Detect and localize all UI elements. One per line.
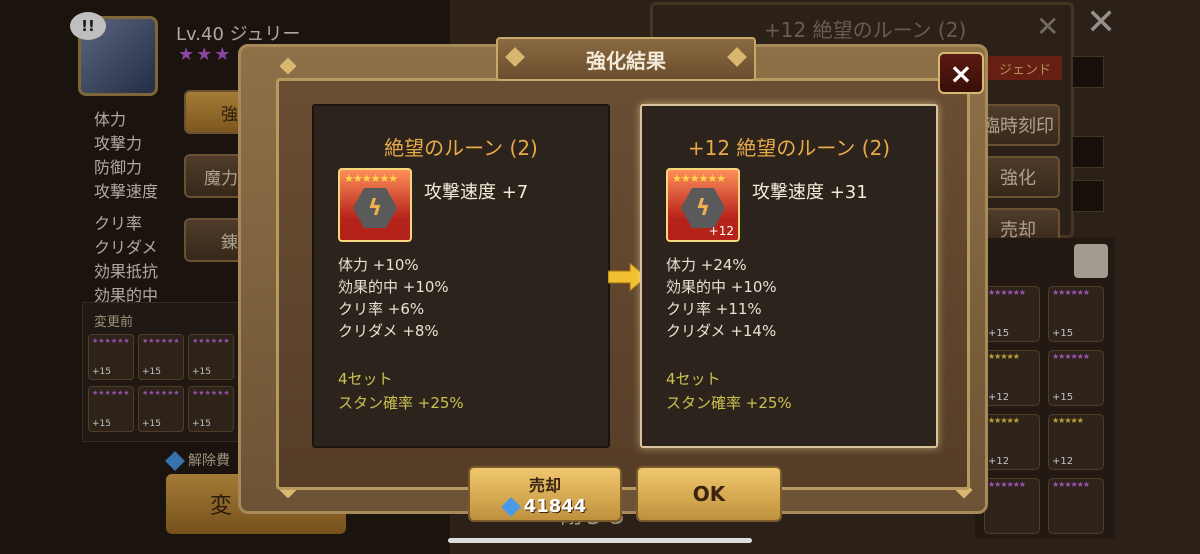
sell-button[interactable]: 売却 41844 [468,466,622,522]
sell-price: 41844 [523,496,587,517]
close-icon[interactable]: × [938,52,984,94]
rune-symbol-icon: ϟ [353,188,397,228]
ok-button[interactable]: OK [636,466,782,522]
rune-after-title: +12 絶望のルーン (2) [687,136,891,160]
dialog-title: 強化結果 [496,37,756,81]
rune-icon: ★★★★★★ ϟ +12 [666,168,740,242]
sell-button-label: 売却 [528,476,561,495]
rune-set-effect: スタン確率 +25% [666,394,792,412]
crystal-icon [500,497,521,517]
rune-main-stat: 攻撃速度 +31 [752,182,868,203]
rune-set-effect: スタン確率 +25% [338,394,464,412]
rune-substats: 体力 +24% 効果的中 +10% クリ率 +11% クリダメ +14% [666,256,777,340]
home-indicator[interactable] [448,538,752,543]
rune-main-stat: 攻撃速度 +7 [424,182,529,203]
rune-level-badge: +12 [708,224,734,238]
rune-substats: 体力 +10% 効果的中 +10% クリ率 +6% クリダメ +8% [338,256,449,340]
rune-set-count: 4セット [666,370,721,388]
rune-symbol-icon: ϟ [681,188,725,228]
rune-after-card: +12 絶望のルーン (2) ★★★★★★ ϟ +12 攻撃速度 +31 体力 … [640,104,938,448]
rune-before-title: 絶望のルーン (2) [384,136,538,160]
rune-set-count: 4セット [338,370,393,388]
rune-icon: ★★★★★★ ϟ [338,168,412,242]
rune-before-card: 絶望のルーン (2) ★★★★★★ ϟ 攻撃速度 +7 体力 +10% 効果的中… [312,104,610,448]
